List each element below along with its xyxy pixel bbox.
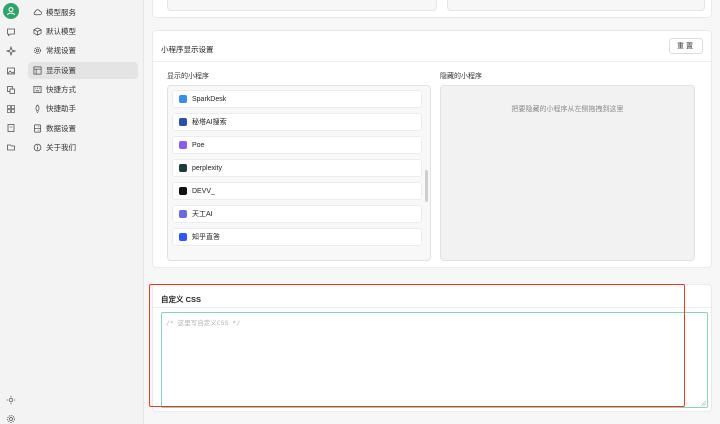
sparkle-icon[interactable] [4,44,18,58]
previous-section-card [152,0,712,18]
sidebar-item-label: 快捷助手 [46,104,76,113]
gear-icon [33,46,42,55]
sidebar-item-model-service[interactable]: 模型服务 [28,4,138,21]
list-item[interactable]: perplexity [172,159,422,177]
sidebar-item-about[interactable]: 关于我们 [28,139,138,156]
folder-icon[interactable] [4,140,18,154]
editor-placeholder: /* 这里写自定义CSS */ [166,319,241,327]
icon-rail [0,0,22,424]
hidden-apps-label: 隐藏的小程序 [440,73,482,80]
divider [153,307,711,308]
app-name: SparkDesk [192,95,227,103]
resize-handle-icon[interactable] [701,401,706,406]
custom-css-title: 自定义 CSS [161,295,202,304]
reset-button[interactable]: 重置 [669,38,703,54]
settings-sidebar: 模型服务 默认模型 常规设置 显示设置 快捷方式 快捷助手 数据设置 关于我们 [22,0,144,424]
sidebar-item-label: 模型服务 [46,8,76,17]
mini-app-settings-card: 小程序显示设置 重置 显示的小程序 隐藏的小程序 SparkDesk 秘塔AI搜… [152,30,712,268]
sparkdesk-icon [179,95,187,103]
devv-icon [179,187,187,195]
visible-apps-list[interactable]: SparkDesk 秘塔AI搜索 Poe perplexity DEVV_ 天工… [167,85,431,261]
sun-icon[interactable] [4,393,18,407]
database-icon [33,124,42,133]
book-icon[interactable] [4,121,18,135]
settings-icon[interactable] [4,412,18,424]
sidebar-item-label: 数据设置 [46,124,76,133]
sidebar-item-label: 关于我们 [46,143,76,152]
app-name: Poe [192,141,205,149]
app-name: DEVV_ [192,187,215,195]
app-name: 知乎直答 [192,234,220,241]
sidebar-item-general[interactable]: 常规设置 [28,42,138,59]
previous-section-box [447,0,705,11]
custom-css-card: 自定义 CSS /* 这里写自定义CSS */ [152,284,712,412]
layout-icon [33,66,42,75]
list-item[interactable]: 知乎直答 [172,228,422,246]
section-title: 小程序显示设置 [161,45,214,54]
tiangong-icon [179,210,187,218]
list-item[interactable]: 秘塔AI搜索 [172,113,422,131]
metaso-icon [179,118,187,126]
sidebar-item-data[interactable]: 数据设置 [28,120,138,137]
list-item[interactable]: DEVV_ [172,182,422,200]
image-icon[interactable] [4,64,18,78]
translate-icon[interactable] [4,83,18,97]
sidebar-item-display[interactable]: 显示设置 [28,62,138,79]
dropzone-hint: 把要隐藏的小程序从左侧拖拽到这里 [511,106,624,113]
zhihu-icon [179,233,187,241]
hidden-apps-dropzone[interactable]: 把要隐藏的小程序从左侧拖拽到这里 [440,85,695,261]
sidebar-item-label: 默认模型 [46,27,76,36]
sidebar-item-label: 常规设置 [46,46,76,55]
custom-css-editor[interactable]: /* 这里写自定义CSS */ [161,312,708,408]
sidebar-item-label: 快捷方式 [46,85,76,94]
perplexity-icon [179,164,187,172]
cube-icon [33,27,42,36]
chat-icon[interactable] [4,25,18,39]
cloud-icon [33,8,42,17]
keyboard-icon [33,85,42,94]
divider [153,61,711,62]
visible-apps-label: 显示的小程序 [167,73,209,80]
sidebar-item-label: 显示设置 [46,66,76,75]
app-name: 天工AI [192,211,213,218]
sidebar-item-default-model[interactable]: 默认模型 [28,23,138,40]
app-name: 秘塔AI搜索 [192,119,227,126]
rocket-icon [33,104,42,113]
poe-icon [179,141,187,149]
list-item[interactable]: SparkDesk [172,90,422,108]
app-name: perplexity [192,164,222,172]
apps-icon[interactable] [4,102,18,116]
sidebar-item-shortcuts[interactable]: 快捷方式 [28,81,138,98]
previous-section-box [167,0,437,11]
list-scrollbar[interactable] [425,170,428,202]
list-item[interactable]: 天工AI [172,205,422,223]
sidebar-item-quick-assistant[interactable]: 快捷助手 [28,100,138,117]
list-item[interactable]: Poe [172,136,422,154]
avatar[interactable] [3,3,19,19]
info-icon [33,143,42,152]
main-content: 小程序显示设置 重置 显示的小程序 隐藏的小程序 SparkDesk 秘塔AI搜… [144,0,720,424]
